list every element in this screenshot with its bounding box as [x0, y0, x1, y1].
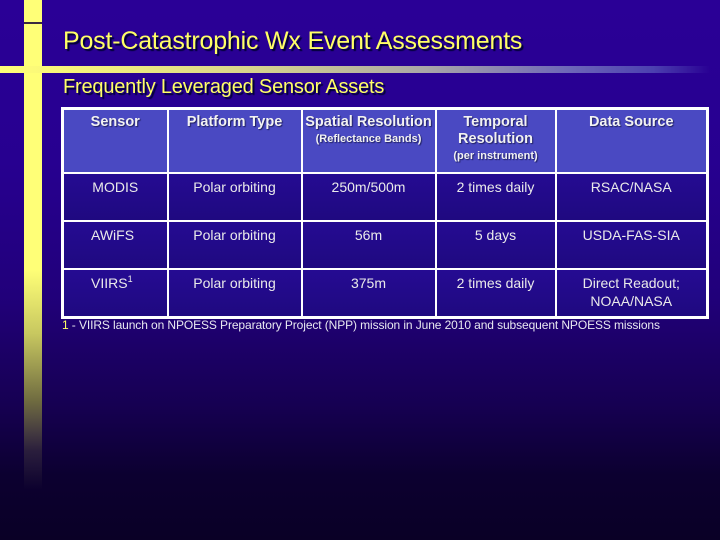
column-header-label: Temporal Resolution: [458, 114, 533, 147]
footnote: 1 - VIIRS launch on NPOESS Preparatory P…: [62, 318, 660, 332]
cell-spatial-resolution: 375m: [300, 268, 437, 319]
cell-data-source: RSAC/NASA: [554, 172, 709, 222]
sensor-name: MODIS: [92, 179, 139, 195]
cell-sensor: VIIRS1: [61, 268, 169, 319]
cell-data-source: Direct Readout; NOAA/NASA: [554, 268, 709, 319]
table-row: MODIS Polar orbiting 250m/500m 2 times d…: [61, 172, 709, 222]
footnote-text: - VIIRS launch on NPOESS Preparatory Pro…: [68, 318, 660, 332]
footnote-marker: 1: [127, 274, 133, 284]
cell-data-source: USDA-FAS-SIA: [554, 220, 709, 270]
cell-sensor: MODIS: [61, 172, 169, 222]
column-header-temporal-resolution: Temporal Resolution (per instrument): [434, 107, 557, 174]
decorative-vertical-bar: [24, 0, 42, 490]
sensor-name: VIIRS: [91, 275, 128, 291]
column-header-platform-type: Platform Type: [166, 107, 303, 174]
column-header-data-source: Data Source: [554, 107, 709, 174]
cell-spatial-resolution: 250m/500m: [300, 172, 437, 222]
sensor-assets-table: Sensor Platform Type Spatial Resolution …: [61, 107, 709, 319]
cell-temporal-resolution: 5 days: [434, 220, 557, 270]
column-header-sublabel: (per instrument): [453, 150, 538, 162]
slide-subtitle: Frequently Leveraged Sensor Assets: [63, 76, 385, 98]
column-header-label: Platform Type: [186, 114, 283, 130]
column-header-label: Spatial Resolution: [305, 114, 432, 130]
sensor-name: AWiFS: [91, 227, 135, 243]
cell-spatial-resolution: 56m: [300, 220, 437, 270]
data-source-line: NOAA/NASA: [590, 293, 673, 309]
cell-temporal-resolution: 2 times daily: [434, 268, 557, 319]
column-header-label: Data Source: [588, 114, 674, 130]
table-row: VIIRS1 Polar orbiting 375m 2 times daily…: [61, 268, 709, 319]
column-header-sensor: Sensor: [61, 107, 169, 174]
cell-temporal-resolution: 2 times daily: [434, 172, 557, 222]
table-header-row: Sensor Platform Type Spatial Resolution …: [61, 107, 709, 174]
cell-platform: Polar orbiting: [166, 268, 303, 319]
decorative-bar-tick: [24, 22, 42, 24]
column-header-sublabel: (Reflectance Bands): [315, 133, 422, 145]
column-header-spatial-resolution: Spatial Resolution (Reflectance Bands): [300, 107, 437, 174]
cell-platform: Polar orbiting: [166, 172, 303, 222]
column-header-label: Sensor: [90, 114, 140, 130]
cell-platform: Polar orbiting: [166, 220, 303, 270]
decorative-horizontal-bar: [0, 66, 710, 73]
table-row: AWiFS Polar orbiting 56m 5 days USDA-FAS…: [61, 220, 709, 270]
data-source-line: Direct Readout;: [582, 275, 680, 291]
cell-sensor: AWiFS: [61, 220, 169, 270]
slide-title: Post-Catastrophic Wx Event Assessments: [63, 27, 523, 55]
footnote-number: 1: [62, 318, 69, 332]
